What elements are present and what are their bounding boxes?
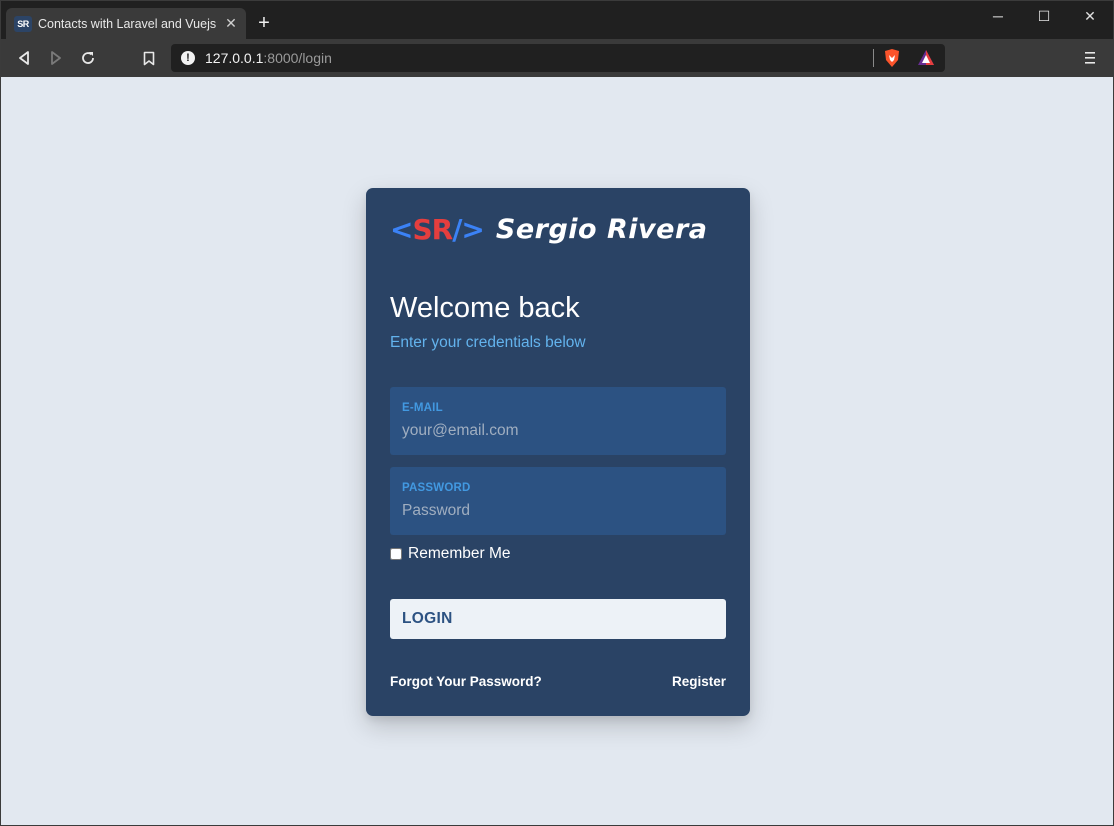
site-info-icon[interactable]: ! <box>181 51 195 65</box>
forgot-password-link[interactable]: Forgot Your Password? <box>390 674 542 689</box>
back-icon[interactable] <box>13 47 35 69</box>
logo-open-bracket: < <box>390 213 413 246</box>
brave-rewards-icon[interactable] <box>917 49 935 67</box>
password-input[interactable] <box>402 499 712 523</box>
email-input[interactable] <box>402 419 712 443</box>
forward-icon[interactable] <box>45 47 67 69</box>
address-bar[interactable]: ! 127.0.0.1:8000/login <box>171 44 945 72</box>
page-title: Welcome back <box>390 292 580 324</box>
minimize-button[interactable]: ─ <box>975 1 1021 31</box>
page-subtitle: Enter your credentials below <box>390 334 586 351</box>
bookmark-icon[interactable] <box>138 47 160 69</box>
new-tab-button[interactable]: + <box>254 13 274 33</box>
password-label: PASSWORD <box>402 482 471 494</box>
password-field-group: PASSWORD <box>390 467 726 535</box>
logo-close-bracket: /> <box>452 213 485 246</box>
address-url: 127.0.0.1:8000/login <box>205 50 332 66</box>
remember-me-label[interactable]: Remember Me <box>408 545 511 563</box>
register-link[interactable]: Register <box>672 674 726 689</box>
brave-shields-icon[interactable] <box>883 48 901 68</box>
login-card: <SR/> Sergio Rivera Welcome back Enter y… <box>366 188 750 716</box>
tab-strip: SR Contacts with Laravel and Vuejs ✕ + ─… <box>1 1 1113 39</box>
browser-toolbar: ! 127.0.0.1:8000/login <box>1 39 1113 77</box>
window-controls: ─ ☐ ✕ <box>975 1 1113 33</box>
logo-mark: <SR/> <box>390 212 485 248</box>
close-window-button[interactable]: ✕ <box>1067 1 1113 31</box>
email-field-group: E-MAIL <box>390 387 726 455</box>
menu-icon[interactable] <box>1081 49 1099 67</box>
logo: <SR/> Sergio Rivera <box>390 212 708 248</box>
tab-title: Contacts with Laravel and Vuejs <box>38 16 217 31</box>
active-tab[interactable]: SR Contacts with Laravel and Vuejs ✕ <box>6 8 246 39</box>
tab-favicon-icon: SR <box>14 15 32 32</box>
address-divider <box>873 49 874 67</box>
remember-me-checkbox[interactable] <box>390 548 402 560</box>
reload-icon[interactable] <box>77 47 99 69</box>
logo-name: Sergio Rivera <box>495 214 708 245</box>
address-path: :8000/login <box>263 50 332 66</box>
logo-initials: SR <box>412 213 453 246</box>
address-host: 127.0.0.1 <box>205 50 264 66</box>
login-button[interactable]: LOGIN <box>390 599 726 639</box>
maximize-button[interactable]: ☐ <box>1021 1 1067 31</box>
page-content: <SR/> Sergio Rivera Welcome back Enter y… <box>1 77 1113 825</box>
remember-me: Remember Me <box>390 545 511 563</box>
tab-close-icon[interactable]: ✕ <box>223 15 239 31</box>
email-label: E-MAIL <box>402 402 443 414</box>
browser-window: SR Contacts with Laravel and Vuejs ✕ + ─… <box>0 0 1114 826</box>
